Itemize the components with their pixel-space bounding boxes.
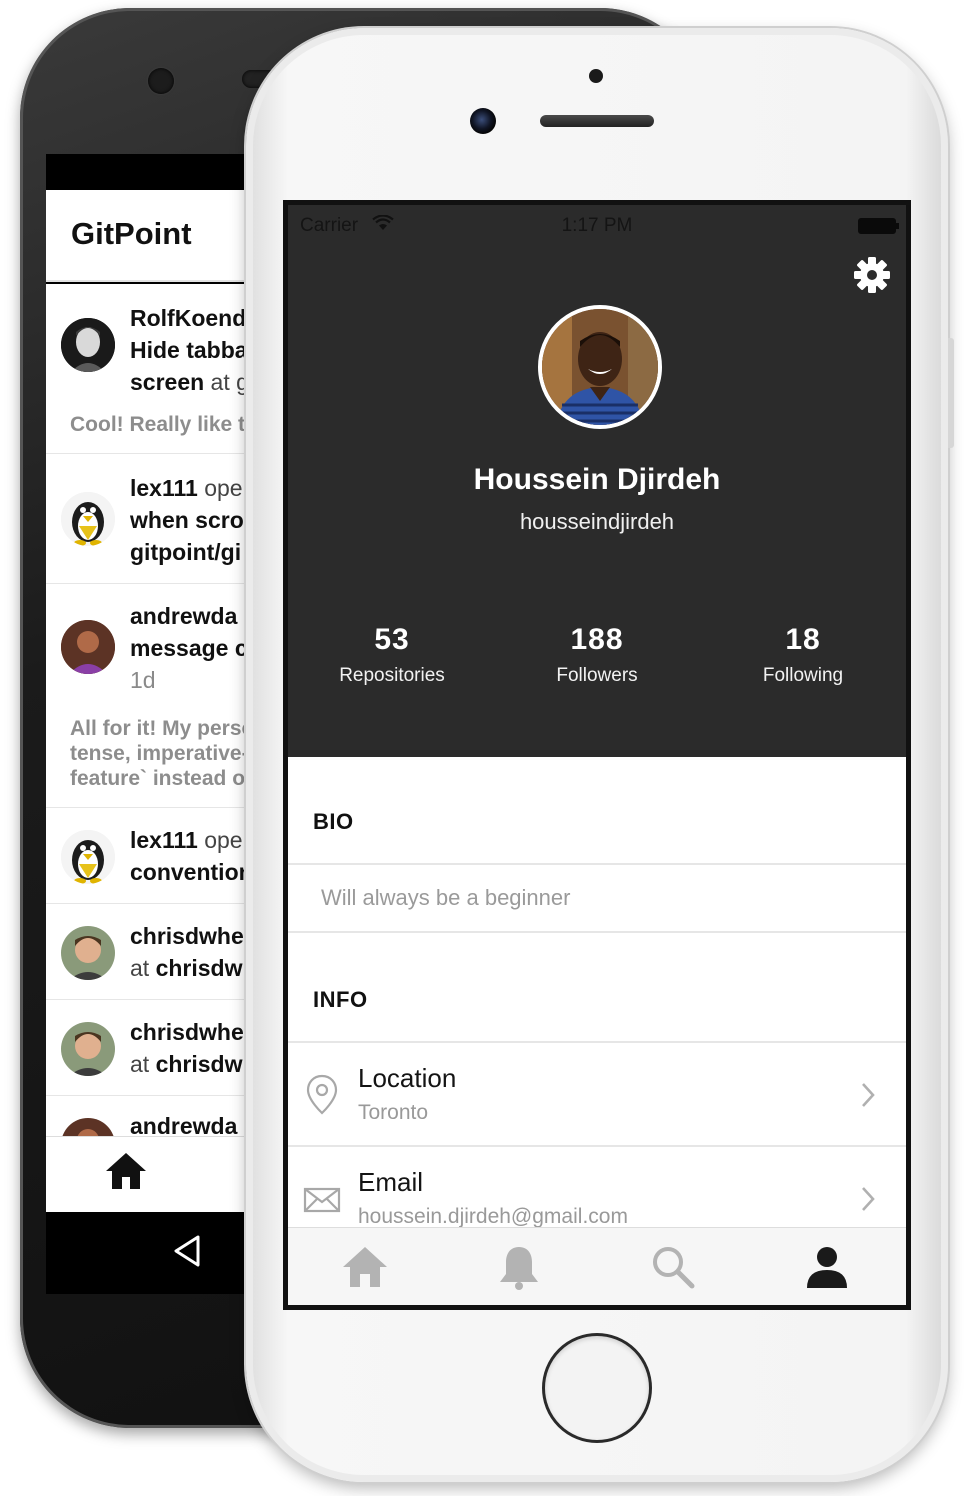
feed-line: at g — [204, 369, 249, 395]
bell-icon[interactable] — [494, 1242, 544, 1292]
chevron-right-icon — [860, 1185, 876, 1213]
avatar-chrisdwheatley[interactable] — [61, 1022, 115, 1076]
stat-value: 18 — [785, 623, 821, 656]
stat-label: Repositories — [339, 665, 445, 686]
info-row-value: Toronto — [358, 1101, 429, 1124]
profile-header: Carrier 1:17 PM Houssein Djirdeh houssei… — [288, 205, 906, 757]
feed-item-text: chrisdwhea at chrisdwh — [130, 920, 257, 984]
iphone-screen: Carrier 1:17 PM Houssein Djirdeh houssei… — [283, 200, 911, 1310]
clock: 1:17 PM — [561, 215, 633, 236]
iphone: Carrier 1:17 PM Houssein Djirdeh houssei… — [246, 28, 954, 1482]
avatar-chrisdwheatley[interactable] — [61, 926, 115, 980]
profile-username: housseindjirdeh — [519, 509, 675, 534]
feed-user[interactable]: andrewda — [130, 1113, 237, 1136]
feed-line: convention — [130, 859, 253, 885]
stat-label: Followers — [556, 665, 638, 686]
proximity-sensor — [589, 69, 603, 83]
section-title: BIO — [313, 809, 354, 834]
stat-following[interactable]: 18 Following — [703, 623, 903, 687]
feed-item-text: lex111 ope convention — [130, 824, 253, 888]
feed-item-text: andrewda c message c 1d — [130, 600, 255, 696]
bio-row: Will always be a beginner — [288, 865, 906, 933]
feed-line: Hide tabba — [130, 337, 248, 363]
battery-icon — [858, 218, 899, 234]
front-camera — [470, 108, 496, 134]
search-icon[interactable] — [648, 1242, 698, 1292]
feed-user[interactable]: lex111 — [130, 475, 198, 501]
android-camera — [148, 68, 174, 94]
feed-comment: Cool! Really like t — [70, 413, 246, 436]
bio-section-header: BIO — [288, 757, 906, 865]
gear-icon[interactable] — [852, 255, 892, 295]
feed-repo[interactable]: chrisdwh — [156, 1051, 257, 1077]
envelope-icon — [302, 1177, 342, 1221]
profile-name: Houssein Djirdeh — [473, 463, 721, 496]
feed-action: ope — [197, 475, 243, 501]
stat-repositories[interactable]: 53 Repositories — [292, 623, 492, 687]
home-icon[interactable] — [104, 1151, 148, 1196]
feed-repo[interactable]: chrisdwh — [156, 955, 257, 981]
feed-line: at — [130, 1051, 156, 1077]
info-row-email[interactable]: Email houssein.djirdeh@gmail.com — [288, 1147, 906, 1227]
avatar-lex111-penguin[interactable] — [61, 830, 115, 884]
side-button — [948, 338, 954, 448]
stat-value: 53 — [374, 623, 410, 656]
person-icon[interactable] — [802, 1242, 852, 1292]
profile-body[interactable]: BIO Will always be a beginner INFO Locat… — [288, 757, 906, 1227]
feed-line: at — [130, 955, 156, 981]
bio-text: Will always be a beginner — [321, 885, 571, 910]
avatar-andrewda[interactable] — [61, 1118, 115, 1136]
back-triangle-icon[interactable] — [172, 1234, 202, 1273]
avatar-rolf[interactable] — [61, 318, 115, 372]
home-button[interactable] — [542, 1333, 652, 1443]
avatar-lex111-penguin[interactable] — [61, 492, 115, 546]
ios-status-bar: Carrier 1:17 PM — [288, 205, 906, 245]
stat-value: 188 — [570, 623, 624, 656]
comment-line: All for it! My perso — [70, 717, 255, 740]
profile-avatar[interactable] — [538, 305, 662, 429]
feed-user[interactable]: chrisdwhea — [130, 1019, 257, 1045]
feed-user[interactable]: chrisdwhea — [130, 923, 257, 949]
earpiece — [540, 115, 654, 127]
location-pin-icon — [302, 1073, 342, 1117]
info-section-header: INFO — [288, 935, 906, 1043]
feed-item-text: chrisdwhea at chrisdwh — [130, 1016, 257, 1080]
stat-followers[interactable]: 188 Followers — [497, 623, 697, 687]
profile-stats: 53 Repositories 188 Followers 18 Followi… — [288, 623, 906, 703]
comment-line: tense, imperative- — [70, 742, 249, 765]
feed-item-text: lex111 ope when scrol gitpoint/gi — [130, 472, 250, 568]
feed-item-text: andrewda t — [130, 1110, 250, 1136]
ios-tab-bar — [288, 1227, 906, 1305]
info-row-location[interactable]: Location Toronto — [288, 1043, 906, 1147]
info-row-value[interactable]: houssein.djirdeh@gmail.com — [358, 1205, 628, 1227]
feed-line: gitpoint/gi — [130, 539, 242, 565]
feed-user[interactable]: RolfKoend — [130, 305, 246, 331]
info-row-title: Location — [358, 1063, 457, 1093]
feed-line: message c — [130, 635, 248, 661]
info-row-title: Email — [358, 1167, 424, 1197]
stat-label: Following — [762, 665, 844, 686]
feed-line: screen — [130, 369, 205, 395]
feed-action: ope — [197, 827, 243, 853]
app-title: GitPoint — [71, 216, 192, 251]
feed-timestamp: 1d — [130, 667, 156, 693]
comment-line: feature` instead o — [70, 767, 246, 790]
home-icon[interactable] — [340, 1242, 390, 1292]
avatar-andrewda[interactable] — [61, 620, 115, 674]
chevron-right-icon — [860, 1081, 876, 1109]
feed-comment: All for it! My perso tense, imperative- … — [70, 716, 254, 791]
section-title: INFO — [313, 987, 368, 1012]
feed-item-text: RolfKoend Hide tabba screen at g — [130, 302, 249, 398]
feed-user[interactable]: lex111 — [130, 827, 198, 853]
feed-line: when scrol — [130, 507, 251, 533]
feed-user[interactable]: andrewda — [130, 603, 237, 629]
